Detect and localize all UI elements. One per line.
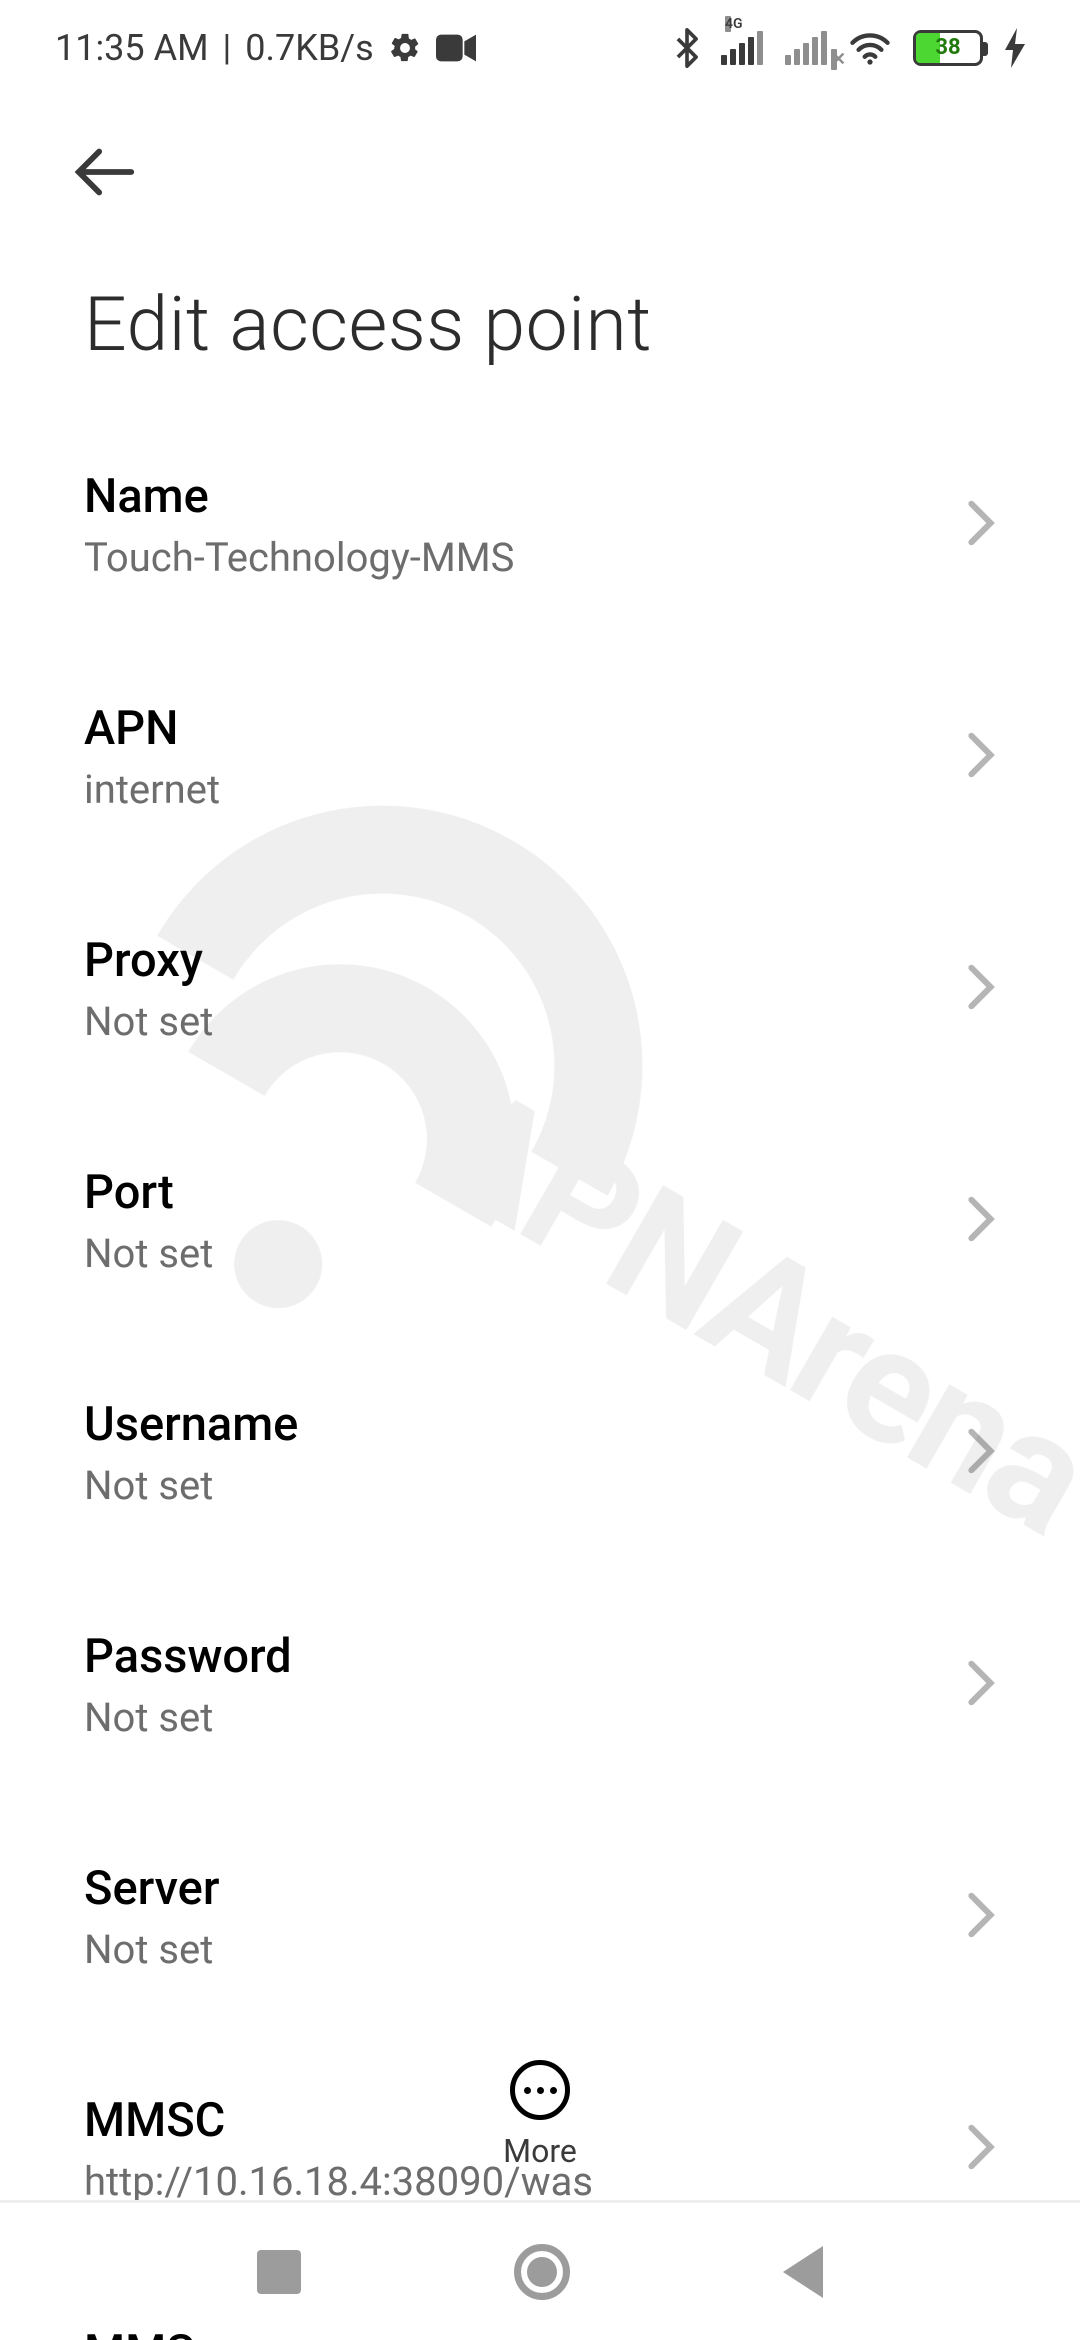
- battery-icon: 38: [913, 30, 983, 66]
- signal-sim1-icon: 4G: [721, 31, 763, 65]
- chevron-right-icon: [966, 1427, 996, 1479]
- chevron-right-icon: [966, 731, 996, 783]
- chevron-right-icon: [966, 1659, 996, 1711]
- gear-icon: [388, 31, 422, 65]
- nav-back-button[interactable]: [783, 2246, 823, 2298]
- camera-icon: [436, 33, 476, 63]
- android-navigation-bar: [0, 2200, 1080, 2340]
- bluetooth-icon: [675, 28, 699, 68]
- status-time: 11:35 AM: [55, 27, 209, 69]
- row-port[interactable]: Port Not set: [84, 1105, 996, 1337]
- row-username[interactable]: Username Not set: [84, 1337, 996, 1569]
- row-label: Proxy: [84, 933, 213, 988]
- wifi-icon: [849, 31, 891, 65]
- back-button[interactable]: [0, 95, 1080, 211]
- more-label: More: [503, 2132, 577, 2170]
- row-label: Server: [84, 1861, 219, 1916]
- row-value: Not set: [84, 1694, 292, 1741]
- status-separator: |: [223, 27, 232, 69]
- row-name[interactable]: Name Touch-Technology-MMS: [84, 409, 996, 641]
- more-icon: [510, 2060, 570, 2120]
- row-value: Not set: [84, 1926, 219, 1973]
- status-net-speed: 0.7KB/s: [245, 27, 373, 69]
- chevron-right-icon: [966, 1195, 996, 1247]
- nav-recent-button[interactable]: [257, 2250, 301, 2294]
- battery-percent: 38: [916, 35, 980, 60]
- row-label: Name: [84, 469, 514, 524]
- row-value: Touch-Technology-MMS: [84, 534, 514, 581]
- signal-sim2-icon: ✕: [785, 31, 827, 65]
- row-apn[interactable]: APN internet: [84, 641, 996, 873]
- row-password[interactable]: Password Not set: [84, 1569, 996, 1801]
- row-value: Not set: [84, 1462, 298, 1509]
- chevron-right-icon: [966, 963, 996, 1015]
- status-bar: 11:35 AM | 0.7KB/s 4G ✕ 38: [0, 0, 1080, 95]
- row-value: Not set: [84, 1230, 213, 1277]
- more-button[interactable]: More: [0, 2060, 1080, 2170]
- row-proxy[interactable]: Proxy Not set: [84, 873, 996, 1105]
- row-label: Username: [84, 1397, 298, 1452]
- apn-settings-list: Name Touch-Technology-MMS APN internet P…: [0, 409, 1080, 2340]
- row-label: APN: [84, 701, 220, 756]
- nav-home-button[interactable]: [514, 2244, 570, 2300]
- chevron-right-icon: [966, 499, 996, 551]
- chevron-right-icon: [966, 1891, 996, 1943]
- charging-icon: [1005, 28, 1025, 68]
- row-value: internet: [84, 766, 220, 813]
- row-label: Password: [84, 1629, 292, 1684]
- row-label: Port: [84, 1165, 213, 1220]
- row-value: Not set: [84, 998, 213, 1045]
- page-title: Edit access point: [0, 211, 1080, 409]
- row-server[interactable]: Server Not set: [84, 1801, 996, 2033]
